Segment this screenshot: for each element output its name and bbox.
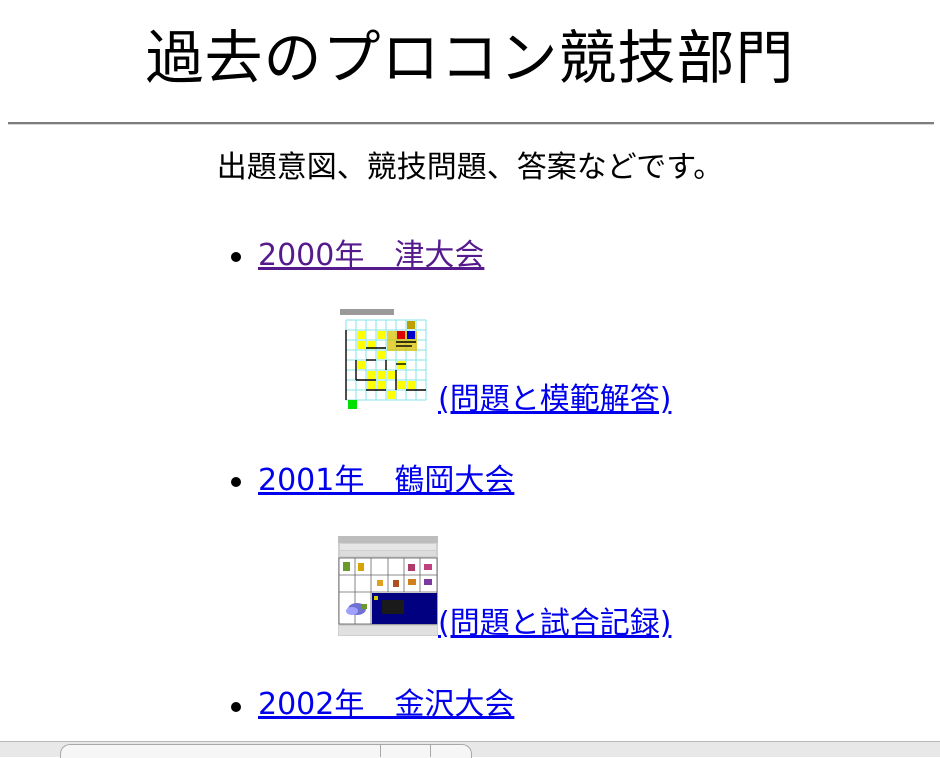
link-2000-details[interactable]: (問題と模範解答)	[438, 380, 671, 420]
list-bullet	[231, 702, 241, 712]
list-bullet	[231, 252, 241, 262]
link-2002-kanazawa[interactable]: 2002年 金沢大会	[258, 685, 514, 725]
page-title: 過去のプロコン競技部門	[145, 24, 795, 92]
list-bullet	[231, 477, 241, 487]
page-subtitle: 出題意図、競技問題、答案などです。	[216, 150, 724, 185]
link-2001-details[interactable]: (問題と試合記録)	[438, 604, 671, 644]
tab-separator	[430, 744, 431, 757]
link-2001-tsuruoka[interactable]: 2001年 鶴岡大会	[258, 461, 514, 501]
thumbnail-2000-puzzle[interactable]	[338, 308, 430, 412]
thumbnail-2001-screenshot[interactable]	[338, 536, 438, 636]
link-2000-tsu[interactable]: 2000年 津大会	[258, 236, 484, 276]
tab-separator	[380, 744, 381, 757]
horizontal-rule	[8, 122, 934, 125]
status-bar	[0, 741, 940, 758]
